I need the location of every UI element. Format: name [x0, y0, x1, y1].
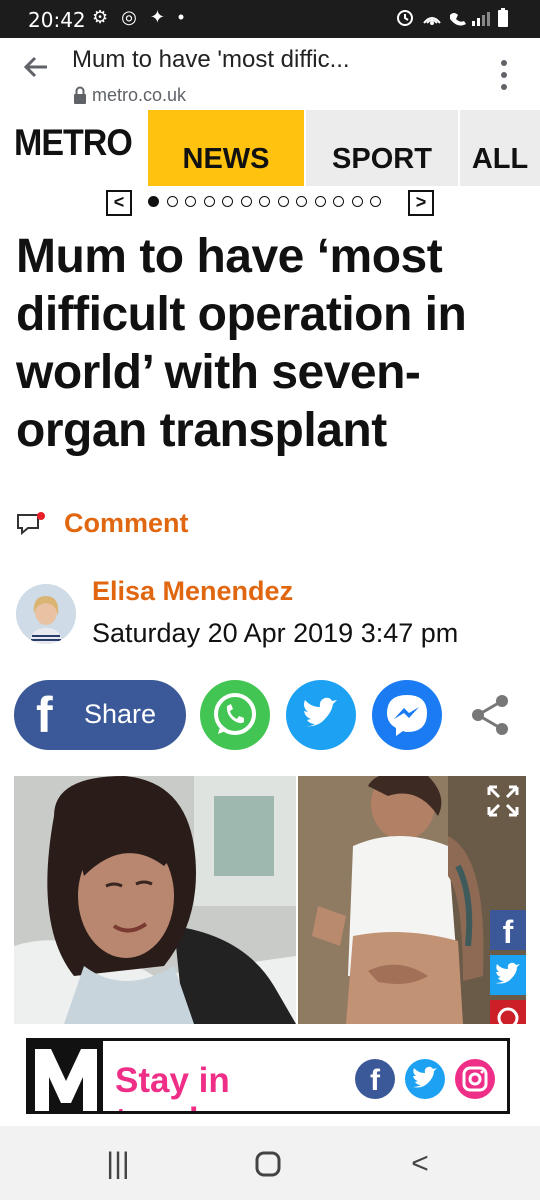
nav-tab-label: SPORT [332, 143, 432, 175]
dot-icon [501, 84, 507, 90]
image-facebook-share[interactable]: f [490, 910, 526, 950]
carousel-prev-button[interactable]: < [106, 190, 132, 216]
author-name[interactable]: Elisa Menendez [92, 576, 293, 607]
share-more-button[interactable] [466, 690, 516, 740]
expand-gallery-button[interactable] [486, 784, 520, 818]
comment-label: Comment [64, 508, 189, 538]
metro-logo[interactable]: METRO [14, 122, 133, 165]
follow-instagram-button[interactable] [455, 1059, 495, 1099]
nav-tab-all[interactable]: ALL [460, 110, 540, 186]
nav-tab-label: NEWS [182, 143, 270, 175]
system-navigation-bar: ||| < [0, 1126, 540, 1200]
stay-in-touch-text: Stay in touch [115, 1061, 230, 1111]
author-avatar[interactable] [16, 584, 76, 644]
dot-icon [501, 72, 507, 78]
share-icon [472, 695, 508, 735]
messenger-share-button[interactable] [372, 680, 442, 750]
instagram-icon [462, 1066, 488, 1092]
twitter-share-button[interactable] [286, 680, 356, 750]
follow-twitter-button[interactable] [405, 1059, 445, 1099]
nav-tab-sport[interactable]: SPORT [306, 110, 458, 186]
article-image-hospital[interactable] [14, 776, 296, 1024]
twitter-icon [495, 962, 520, 984]
home-icon [255, 1151, 281, 1177]
messenger-icon [387, 695, 427, 736]
carousel-dot[interactable] [166, 196, 178, 207]
recents-button[interactable]: ||| [88, 1144, 148, 1184]
lock-icon [74, 86, 86, 104]
browser-toolbar: Mum to have 'most diffic... metro.co.uk [0, 38, 540, 111]
carousel-dot[interactable] [351, 196, 363, 207]
share-label: Share [84, 699, 157, 729]
home-button[interactable] [238, 1144, 298, 1184]
back-button[interactable] [16, 52, 56, 92]
comment-icon [17, 512, 45, 536]
dot-icon [501, 60, 507, 66]
twitter-icon [413, 1066, 437, 1088]
hospital-photo [14, 776, 296, 1024]
more-options-button[interactable] [494, 58, 514, 92]
system-back-button[interactable]: < [390, 1144, 450, 1184]
page-title[interactable]: Mum to have 'most diffic... [72, 46, 350, 74]
publish-date: Saturday 20 Apr 2019 3:47 pm [92, 618, 459, 648]
facebook-icon: f [36, 687, 53, 743]
carousel-dot[interactable] [296, 196, 307, 207]
carousel-dot[interactable] [240, 196, 252, 207]
twitter-icon [303, 697, 337, 727]
story-carousel: < > [0, 188, 540, 218]
stay-in-touch-banner: Stay in touch f [26, 1038, 510, 1114]
whatsapp-share-button[interactable] [200, 680, 270, 750]
carousel-dot[interactable] [259, 196, 270, 207]
whatsapp-icon [214, 693, 256, 735]
carousel-dot[interactable] [203, 196, 215, 207]
carousel-dot[interactable] [185, 196, 196, 207]
facebook-share-button[interactable]: f Share [14, 680, 186, 750]
status-time: 20:42 [28, 8, 86, 32]
nav-tab-news[interactable]: NEWS [148, 110, 304, 186]
image-pinterest-share[interactable] [490, 1000, 526, 1024]
follow-facebook-button[interactable]: f [355, 1059, 395, 1099]
metro-m-icon [35, 1049, 97, 1111]
status-bar: 20:42 ⚙ ◎ ✦ • [0, 0, 540, 38]
nav-tab-label: ALL [471, 143, 529, 175]
metro-m-logo [29, 1041, 103, 1111]
pinterest-icon [497, 1007, 519, 1024]
carousel-dot[interactable] [370, 196, 381, 207]
carousel-dot[interactable] [277, 196, 289, 207]
article-headline: Mum to have ‘most difficult operation in… [16, 230, 467, 457]
carousel-dot[interactable] [333, 196, 344, 207]
carousel-dot[interactable] [222, 196, 233, 207]
fullscreen-icon [487, 785, 519, 817]
system-status-icons [396, 7, 516, 34]
carousel-next-button[interactable]: > [408, 190, 434, 216]
page-domain[interactable]: metro.co.uk [92, 85, 186, 106]
signal-battery-icon [397, 8, 508, 27]
arrow-left-icon [23, 56, 47, 78]
notification-icons: ⚙ ◎ ✦ • [92, 7, 189, 27]
image-twitter-share[interactable] [490, 955, 526, 995]
author-photo [16, 584, 76, 644]
carousel-dot-active[interactable] [148, 196, 159, 207]
carousel-dot[interactable] [314, 196, 326, 207]
